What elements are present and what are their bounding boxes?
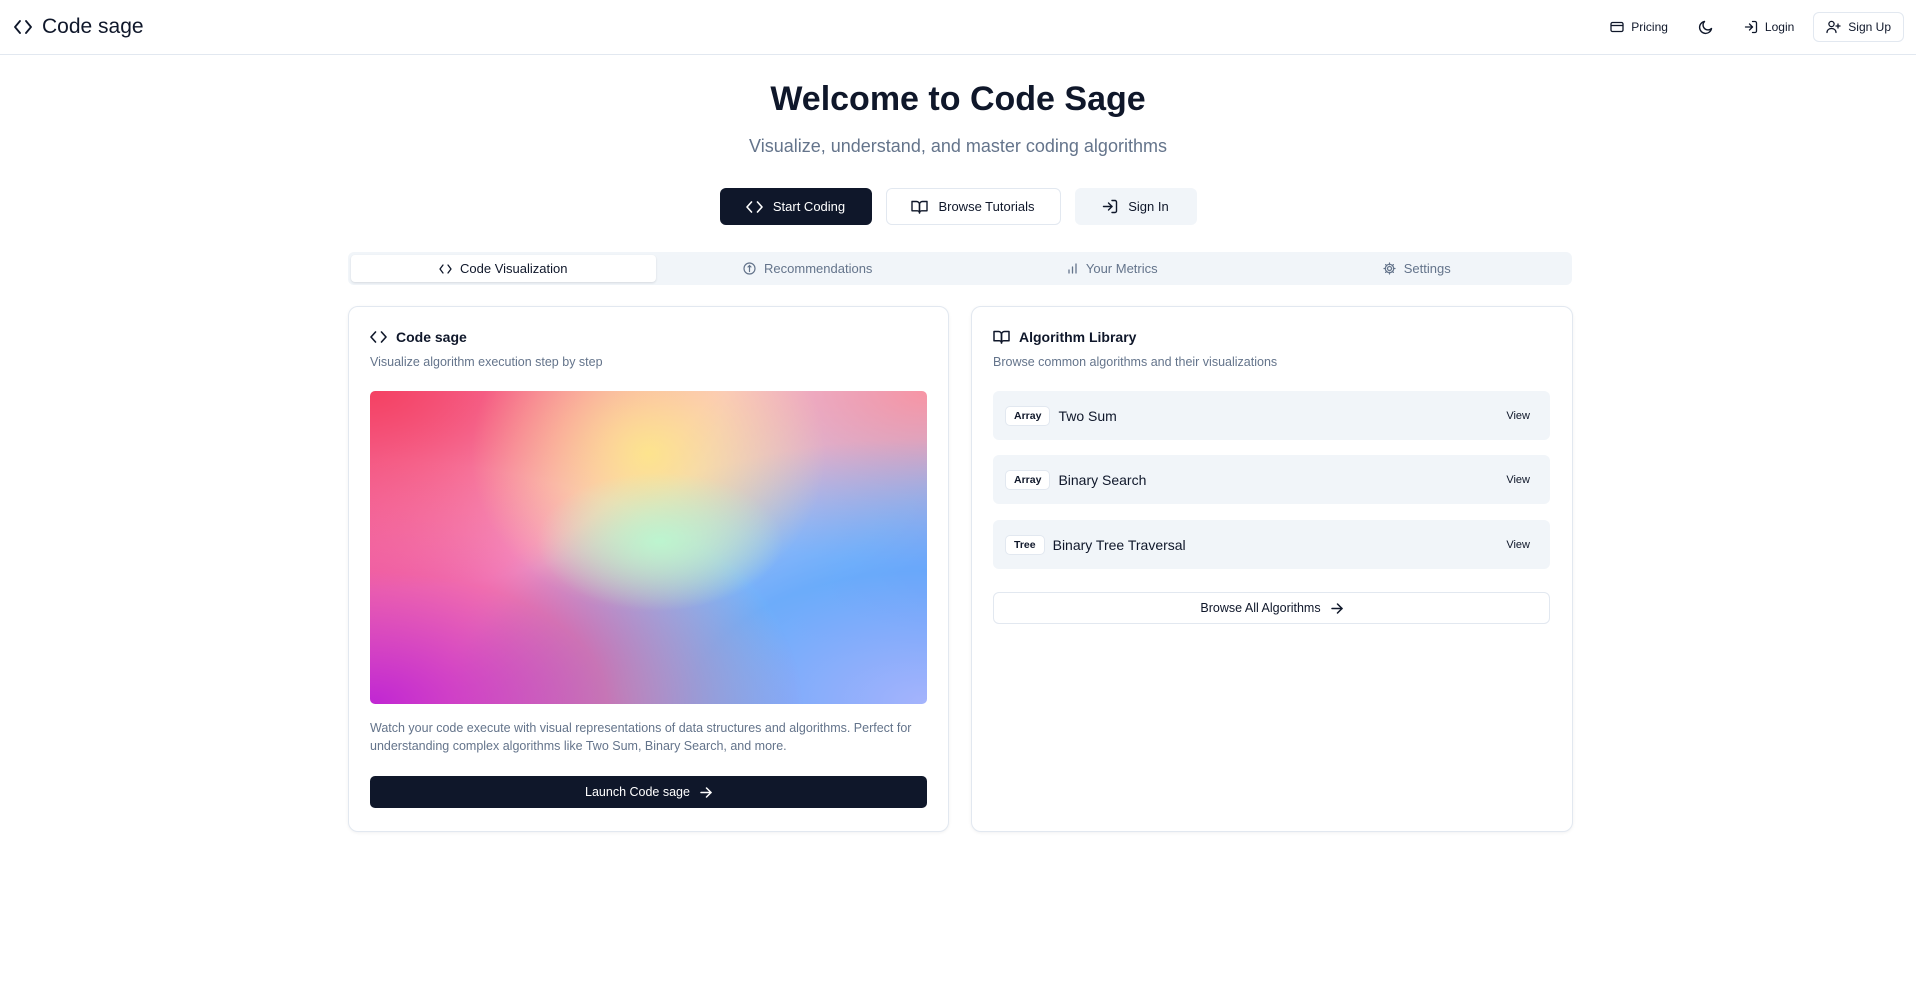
arrow-right-icon [700,786,712,798]
tab-recommendations[interactable]: Recommendations [656,255,961,282]
tab-label: Code Visualization [460,261,568,276]
sign-up-label: Sign Up [1848,20,1891,34]
algorithm-item-binary-search[interactable]: Array Binary Search View [993,455,1550,504]
start-coding-label: Start Coding [772,199,846,214]
brand-logo[interactable]: Code sage [14,14,144,40]
top-navbar: Code sage Pricing Login Sign Up [0,0,1916,55]
algorithm-name: Binary Tree Traversal [1052,536,1186,553]
log-in-icon [1102,199,1118,214]
brand-name: Code sage [42,15,144,38]
algorithm-item-two-sum[interactable]: Array Two Sum View [993,391,1550,440]
card-body-text: Watch your code execute with visual repr… [370,721,912,753]
view-button[interactable]: View [1498,470,1538,490]
browse-all-label: Browse All Algorithms [1200,601,1321,615]
bar-chart-icon [1067,263,1078,274]
tab-code-visualization[interactable]: Code Visualization [351,255,656,282]
browse-tutorials-button[interactable]: Browse Tutorials [885,188,1061,225]
login-button[interactable]: Login [1730,12,1808,42]
theme-toggle-button[interactable] [1686,12,1725,42]
launch-code-sage-button[interactable]: Launch Code sage [370,776,927,808]
sign-in-button[interactable]: Sign In [1074,188,1197,225]
code-icon [746,200,763,213]
card-title: Algorithm Library [1019,329,1137,345]
card-header: Code sage [370,329,467,345]
pricing-button[interactable]: Pricing [1597,12,1681,42]
page-title: Welcome to Code Sage [770,80,1146,118]
card-title: Code sage [396,329,467,345]
algorithm-library-card: Algorithm Library Browse common algorith… [971,306,1573,832]
tab-label: Your Metrics [1085,261,1158,276]
arrow-right-icon [1330,602,1343,614]
tab-label: Settings [1403,261,1451,276]
feature-tabs: Code Visualization Recommendations Your … [348,252,1572,285]
book-open-icon [993,330,1010,344]
sign-up-button[interactable]: Sign Up [1813,12,1904,42]
code-icon [14,20,32,34]
tab-settings[interactable]: Settings [1265,255,1570,282]
gear-icon [1383,262,1396,275]
moon-icon [1698,19,1714,35]
start-coding-button[interactable]: Start Coding [719,188,872,225]
book-open-icon [911,200,929,214]
view-button[interactable]: View [1498,535,1538,555]
launch-label: Launch Code sage [585,785,690,799]
sign-in-label: Sign In [1128,199,1169,214]
code-icon [370,331,387,343]
credit-card-icon [1610,21,1624,33]
tab-your-metrics[interactable]: Your Metrics [960,255,1265,282]
top-nav-actions: Pricing Login Sign Up [1597,12,1904,42]
category-badge: Array [1005,405,1051,426]
login-label: Login [1764,20,1795,34]
compass-icon [743,262,756,275]
category-badge: Array [1005,469,1051,490]
algorithm-name: Two Sum [1058,407,1117,424]
card-description: Browse common algorithms and their visua… [993,355,1278,369]
visualization-preview-image [370,391,927,704]
card-header: Algorithm Library [993,329,1136,345]
algorithm-name: Binary Search [1058,471,1147,488]
log-in-icon [1744,20,1758,34]
card-description: Visualize algorithm execution step by st… [370,355,603,369]
browse-all-algorithms-button[interactable]: Browse All Algorithms [993,592,1550,624]
category-badge: Tree [1005,534,1045,555]
page-subtitle: Visualize, understand, and master coding… [749,136,1167,156]
tab-label: Recommendations [764,261,873,276]
user-plus-icon [1826,20,1841,34]
browse-tutorials-label: Browse Tutorials [938,199,1035,214]
hero-actions: Start Coding Browse Tutorials Sign In [0,188,1916,225]
code-icon [439,263,452,274]
view-button[interactable]: View [1498,406,1538,426]
pricing-label: Pricing [1631,20,1668,34]
algorithm-item-binary-tree-traversal[interactable]: Tree Binary Tree Traversal View [993,520,1550,569]
visualizer-card: Code sage Visualize algorithm execution … [348,306,949,832]
